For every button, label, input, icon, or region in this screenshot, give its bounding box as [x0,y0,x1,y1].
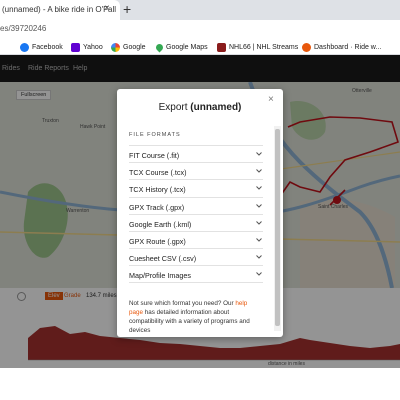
close-tab-icon[interactable]: × [104,3,110,14]
help-text: Not sure which format you need? Our help… [129,299,261,335]
chevron-down-icon [256,186,262,191]
export-dialog: Export (unnamed) × FILE FORMATS FIT Cour… [117,89,283,337]
new-tab-button[interactable]: + [123,1,131,17]
bookmarks-bar: Facebook Yahoo Google Google Maps NHL66 … [0,38,400,55]
bookmark-label: Google Maps [166,43,208,51]
facebook-icon [20,42,29,52]
url-text[interactable]: es/39720246 [0,24,46,33]
format-item-fit-course[interactable]: FIT Course (.fit) [129,145,263,162]
dialog-scrollbar-thumb[interactable] [275,129,280,326]
bookmark-google[interactable]: Google [111,41,146,53]
format-label: Google Earth (.kml) [129,219,192,229]
bookmark-label: Yahoo [83,43,103,51]
google-icon [111,42,120,52]
browser-tab[interactable]: (unnamed) - A bike ride in O'Fall × [0,0,120,20]
bookmark-label: Google [123,43,146,51]
ride-with-gps-icon [302,42,311,52]
bookmark-google-maps[interactable]: Google Maps [154,41,208,53]
tab-strip: (unnamed) - A bike ride in O'Fall × + [0,0,400,20]
chevron-down-icon [256,203,262,208]
tab-title: (unnamed) - A bike ride in O'Fall [2,5,117,14]
chevron-down-icon [256,272,262,277]
file-formats-heading: FILE FORMATS [129,132,181,138]
format-item-cuesheet-csv[interactable]: Cuesheet CSV (.csv) [129,248,263,265]
dialog-title-prefix: Export [158,102,191,113]
format-label: Map/Profile Images [129,271,191,281]
format-item-gpx-track[interactable]: GPX Track (.gpx) [129,196,263,214]
bookmark-dashboard[interactable]: Dashboard · Ride w... [302,41,381,53]
bookmark-label: Dashboard · Ride w... [314,43,382,51]
format-label: TCX History (.tcx) [129,185,186,195]
google-maps-icon [154,42,165,52]
bookmark-label: Facebook [32,43,63,51]
format-item-tcx-course[interactable]: TCX Course (.tcx) [129,162,263,179]
chevron-down-icon [256,169,262,173]
address-bar[interactable]: es/39720246 [0,20,400,38]
format-label: GPX Track (.gpx) [129,202,185,212]
format-item-gpx-route[interactable]: GPX Route (.gpx) [129,230,263,248]
bookmark-facebook[interactable]: Facebook [20,41,63,53]
dialog-title: Export (unnamed) [117,102,283,113]
format-list: FIT Course (.fit) TCX Course (.tcx) TCX … [129,145,263,283]
chevron-down-icon [256,152,262,156]
format-item-google-earth[interactable]: Google Earth (.kml) [129,213,263,231]
format-label: Cuesheet CSV (.csv) [129,254,197,264]
page-footer-area [0,368,400,400]
dialog-title-name: (unnamed) [190,102,242,113]
chevron-down-icon [256,255,262,259]
format-item-map-profile-images[interactable]: Map/Profile Images [129,265,263,283]
help-text-before: Not sure which format you need? Our [129,300,236,307]
chevron-down-icon [256,220,262,225]
format-label: FIT Course (.fit) [129,151,180,160]
bookmark-nhl66[interactable]: NHL66 | NHL Streams [217,41,298,53]
nhl66-icon [217,42,226,52]
help-text-after: has detailed information about compatibi… [129,309,250,334]
bookmark-label: NHL66 | NHL Streams [229,43,299,51]
chevron-down-icon [256,238,262,242]
yahoo-icon [71,42,80,52]
bookmark-yahoo[interactable]: Yahoo [71,41,103,53]
close-icon[interactable]: × [268,94,274,105]
format-item-tcx-history[interactable]: TCX History (.tcx) [129,179,263,196]
format-label: TCX Course (.tcx) [129,168,187,178]
format-label: GPX Route (.gpx) [129,236,186,246]
